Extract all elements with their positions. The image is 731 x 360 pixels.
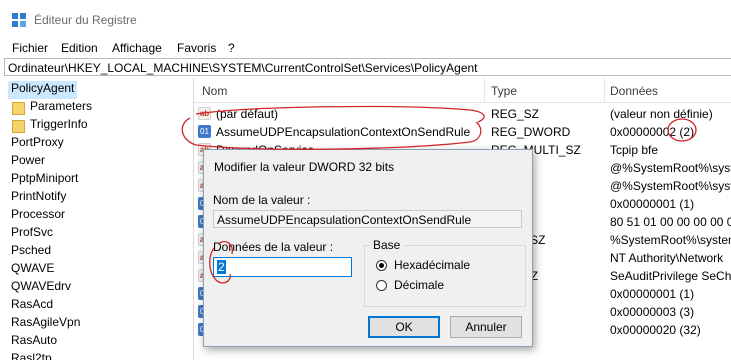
value-type: REG_DWORD: [491, 125, 571, 139]
radio-hexadecimal[interactable]: [376, 260, 387, 271]
folder-icon: [12, 102, 25, 115]
tree-item[interactable]: Psched: [11, 243, 51, 261]
address-path: Ordinateur\HKEY_LOCAL_MACHINE\SYSTEM\Cur…: [8, 61, 478, 75]
value-data: 0x00000020 (32): [610, 323, 701, 337]
tree-item[interactable]: PrintNotify: [11, 189, 66, 207]
tree-item[interactable]: ProfSvc: [11, 225, 53, 243]
base-label: Base: [370, 238, 404, 252]
address-bar[interactable]: Ordinateur\HKEY_LOCAL_MACHINE\SYSTEM\Cur…: [4, 58, 731, 76]
value-data: NT Authority\Network: [610, 251, 724, 265]
key-tree[interactable]: PolicyAgent Parameters TriggerInfo PortP…: [0, 78, 194, 360]
tree-item[interactable]: PptpMiniport: [11, 171, 78, 189]
tree-item[interactable]: QWAVEdrv: [11, 279, 71, 297]
value-type: REG_SZ: [491, 107, 540, 121]
column-divider[interactable]: [484, 78, 485, 102]
table-row[interactable]: 01 AssumeUDPEncapsulationContextOnSendRu…: [194, 123, 731, 140]
value-data-text: 2: [217, 260, 226, 274]
value-data: @%SystemRoot%\syster: [610, 161, 731, 175]
column-type-header[interactable]: Type: [491, 84, 517, 98]
tree-item[interactable]: Power: [11, 153, 45, 171]
menu-fichier[interactable]: Fichier: [12, 41, 48, 55]
tree-item[interactable]: Processor: [11, 207, 65, 225]
edit-dword-dialog: Modifier la valeur DWORD 32 bits Nom de …: [203, 149, 533, 347]
tree-item[interactable]: RasAuto: [11, 333, 57, 351]
value-name-label: Nom de la valeur :: [213, 193, 311, 207]
column-divider[interactable]: [604, 78, 605, 102]
base-groupbox: [364, 245, 526, 307]
list-header: Nom Type Données: [194, 78, 731, 103]
table-row[interactable]: ab (par défaut) REG_SZ (valeur non défin…: [194, 105, 731, 122]
tree-item-policyagent[interactable]: PolicyAgent: [8, 81, 78, 99]
menu-favoris[interactable]: Favoris: [177, 41, 216, 55]
tree-item[interactable]: RasAgileVpn: [11, 315, 80, 333]
value-data: 0x00000002 (2): [610, 125, 695, 139]
value-data: SeAuditPrivilege SeCha: [610, 269, 731, 283]
menu-bar: Fichier Edition Affichage Favoris ?: [0, 38, 731, 58]
tree-item-parameters[interactable]: Parameters: [30, 99, 92, 117]
value-data: 0x00000001 (1): [610, 287, 695, 301]
dialog-title: Modifier la valeur DWORD 32 bits: [214, 160, 395, 174]
value-data: @%SystemRoot%\syster: [610, 179, 731, 193]
value-data: 0x00000003 (3): [610, 305, 695, 319]
column-name-header[interactable]: Nom: [202, 84, 227, 98]
radio-decimal[interactable]: [376, 280, 387, 291]
value-name: AssumeUDPEncapsulationContextOnSendRule: [216, 125, 471, 139]
tree-item[interactable]: QWAVE: [11, 261, 54, 279]
binary-value-icon: 01: [198, 125, 211, 138]
menu-affichage[interactable]: Affichage: [112, 41, 162, 55]
tree-item[interactable]: PortProxy: [11, 135, 64, 153]
folder-icon: [12, 120, 25, 133]
value-data-label: Données de la valeur :: [213, 240, 334, 254]
radio-decimal-label[interactable]: Décimale: [394, 278, 444, 292]
value-data: 80 51 01 00 00 00 00 00: [610, 215, 731, 229]
column-data-header[interactable]: Données: [610, 84, 658, 98]
window-title: Éditeur du Registre: [34, 13, 137, 27]
value-data: 0x00000001 (1): [610, 197, 695, 211]
dialog-body: Nom de la valeur : AssumeUDPEncapsulatio…: [204, 178, 532, 346]
tree-item-triggerinfo[interactable]: TriggerInfo: [30, 117, 88, 135]
value-data: %SystemRoot%\systen: [610, 233, 731, 247]
string-value-icon: ab: [198, 107, 211, 120]
radio-hexadecimal-label[interactable]: Hexadécimale: [394, 258, 470, 272]
tree-item[interactable]: RasAcd: [11, 297, 53, 315]
menu-edition[interactable]: Edition: [61, 41, 98, 55]
value-data: Tcpip bfe: [610, 143, 659, 157]
tree-item[interactable]: Rasl2tp: [11, 351, 52, 360]
value-name: (par défaut): [216, 107, 279, 121]
cancel-button[interactable]: Annuler: [450, 316, 522, 338]
value-data: (valeur non définie): [610, 107, 713, 121]
value-name-text: AssumeUDPEncapsulationContextOnSendRule: [217, 213, 472, 227]
registry-editor-icon: [12, 13, 26, 27]
menu-help[interactable]: ?: [228, 41, 235, 55]
ok-button[interactable]: OK: [368, 316, 440, 338]
value-data-input[interactable]: 2: [213, 257, 352, 277]
value-name-field: AssumeUDPEncapsulationContextOnSendRule: [213, 210, 522, 228]
title-bar: Éditeur du Registre: [0, 0, 731, 38]
